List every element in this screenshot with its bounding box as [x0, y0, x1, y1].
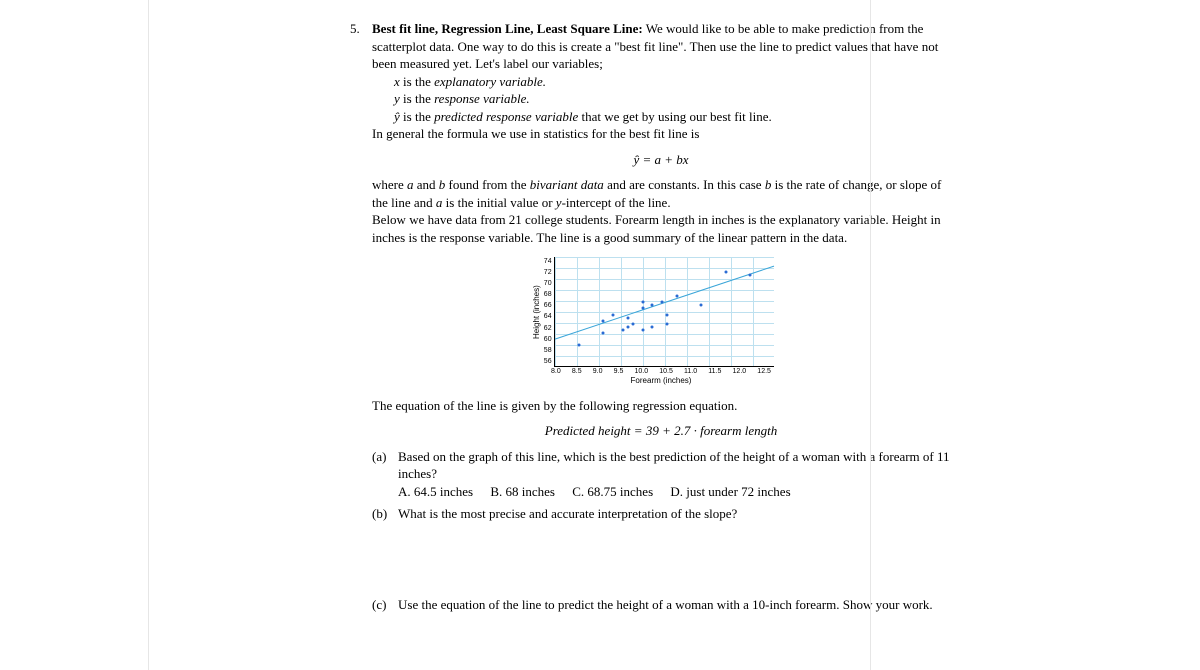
- p2d: and are constants. In this case: [604, 177, 765, 192]
- var-yhat-mid: is the: [400, 109, 434, 124]
- fit-line-svg: [555, 257, 774, 367]
- part-a: (a) Based on the graph of this line, whi…: [372, 448, 950, 501]
- x-axis-label: Forearm (inches): [551, 376, 771, 387]
- y-axis-ticks: 74727068666462605856: [544, 257, 554, 367]
- regression-equation: Predicted height = 39 + 2.7 · forearm le…: [372, 422, 950, 440]
- var-y-em: response variable.: [434, 91, 530, 106]
- part-c: (c) Use the equation of the line to pred…: [372, 596, 950, 614]
- y-axis-label: Height (inches): [531, 257, 544, 367]
- scatter-chart: Height (inches) 74727068666462605856 8.0…: [372, 257, 950, 387]
- margin-line-left: [148, 0, 149, 670]
- document-page: 5. Best fit line, Regression Line, Least…: [150, 0, 1050, 654]
- choice-d: D. just under 72 inches: [670, 484, 790, 499]
- part-b-letter: (b): [372, 505, 398, 523]
- margin-line-right: [870, 0, 871, 670]
- choice-b: B. 68 inches: [490, 484, 555, 499]
- question-title: Best fit line, Regression Line, Least Sq…: [372, 21, 643, 36]
- part-c-text: Use the equation of the line to predict …: [398, 596, 950, 614]
- choice-a: A. 64.5 inches: [398, 484, 473, 499]
- x-axis-ticks: 8.08.59.09.510.010.511.011.512.012.5: [551, 367, 771, 376]
- work-space-b: [372, 522, 950, 592]
- part-c-letter: (c): [372, 596, 398, 614]
- var-x-line: x is the explanatory variable.: [372, 73, 950, 91]
- p2a: where: [372, 177, 407, 192]
- constants-paragraph: where a and b found from the bivariant d…: [372, 176, 950, 211]
- plot-grid: [554, 257, 774, 367]
- question-number: 5.: [350, 20, 372, 614]
- var-y-mid: is the: [400, 91, 434, 106]
- var-yhat-line: ŷ is the predicted response variable tha…: [372, 108, 950, 126]
- equation-intro: The equation of the line is given by the…: [372, 397, 950, 415]
- p2g: -intercept of the line.: [562, 195, 671, 210]
- data-paragraph: Below we have data from 21 college stude…: [372, 211, 950, 246]
- question-5: 5. Best fit line, Regression Line, Least…: [350, 20, 950, 614]
- var-x-mid: is the: [400, 74, 434, 89]
- var-y-line: y is the response variable.: [372, 90, 950, 108]
- p2f: is the initial value or: [442, 195, 555, 210]
- part-a-text: Based on the graph of this line, which i…: [398, 448, 950, 483]
- choice-c: C. 68.75 inches: [572, 484, 653, 499]
- part-a-letter: (a): [372, 448, 398, 501]
- var-x-em: explanatory variable.: [434, 74, 546, 89]
- p2-em: bivariant data: [530, 177, 604, 192]
- p2c: found from the: [445, 177, 529, 192]
- p2b: and: [414, 177, 439, 192]
- question-body: Best fit line, Regression Line, Least Sq…: [372, 20, 950, 614]
- part-b-text: What is the most precise and accurate in…: [398, 505, 950, 523]
- formula-intro: In general the formula we use in statist…: [372, 125, 950, 143]
- var-yhat-post: that we get by using our best fit line.: [578, 109, 772, 124]
- part-b: (b) What is the most precise and accurat…: [372, 505, 950, 523]
- formula: ŷ = a + bx: [372, 151, 950, 169]
- part-a-choices: A. 64.5 inches B. 68 inches C. 68.75 inc…: [398, 483, 950, 501]
- var-yhat-em: predicted response variable: [434, 109, 578, 124]
